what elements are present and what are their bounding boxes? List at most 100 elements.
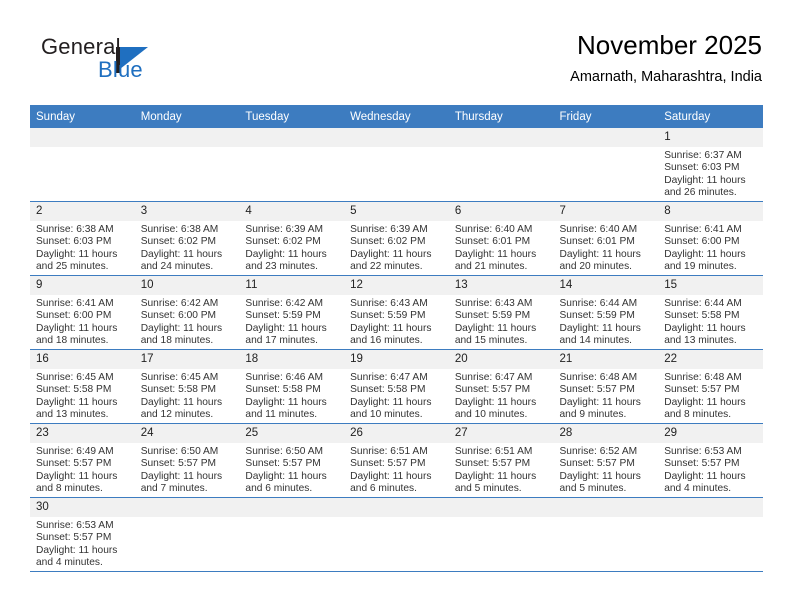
day-details: Sunrise: 6:53 AM Sunset: 5:57 PM Daylight:… bbox=[30, 517, 135, 569]
day-number: 2 bbox=[30, 202, 135, 221]
day-details: Sunrise: 6:39 AM Sunset: 6:02 PM Daylight:… bbox=[239, 221, 344, 273]
calendar-day-cell[interactable]: 3 Sunrise: 6:38 AM Sunset: 6:02 PM Daylight… bbox=[134, 201, 240, 276]
calendar-cell-empty bbox=[134, 128, 240, 202]
day-number: 23 bbox=[30, 424, 135, 443]
calendar-day-cell[interactable]: 1 Sunrise: 6:37 AM Sunset: 6:03 PM Daylight… bbox=[658, 128, 763, 202]
day-details: Sunrise: 6:43 AM Sunset: 5:59 PM Daylight:… bbox=[344, 295, 449, 347]
calendar-day-cell[interactable]: 19 Sunrise: 6:47 AM Sunset: 5:58 PM Dayligh… bbox=[344, 349, 449, 424]
day-details: Sunrise: 6:48 AM Sunset: 5:57 PM Daylight:… bbox=[554, 369, 659, 421]
weekday-header-thursday: Thursday bbox=[448, 105, 554, 128]
day-number bbox=[134, 128, 240, 147]
grid-bottom-rule bbox=[30, 571, 763, 572]
daylight-text: Daylight: 11 hours and 13 minutes. bbox=[36, 396, 118, 420]
daylight-text: Daylight: 11 hours and 5 minutes. bbox=[454, 470, 537, 494]
calendar-day-cell[interactable]: 9 Sunrise: 6:41 AM Sunset: 6:00 PM Daylight… bbox=[30, 275, 135, 350]
daylight-text: Daylight: 11 hours and 20 minutes. bbox=[559, 248, 641, 272]
calendar-day-cell[interactable]: 17 Sunrise: 6:45 AM Sunset: 5:58 PM Dayligh… bbox=[134, 349, 240, 424]
brand-logo[interactable]: General Blue bbox=[41, 34, 191, 94]
calendar-day-cell[interactable]: 13 Sunrise: 6:43 AM Sunset: 5:59 PM Dayligh… bbox=[448, 275, 554, 350]
day-details: Sunrise: 6:38 AM Sunset: 6:03 PM Daylight:… bbox=[30, 221, 135, 273]
calendar-cell-empty bbox=[658, 497, 763, 571]
calendar-day-cell[interactable]: 14 Sunrise: 6:44 AM Sunset: 5:59 PM Dayligh… bbox=[553, 275, 659, 350]
calendar-day-cell[interactable]: 6 Sunrise: 6:40 AM Sunset: 6:01 PM Daylight… bbox=[448, 201, 554, 276]
calendar-day-cell[interactable]: 15 Sunrise: 6:44 AM Sunset: 5:58 PM Dayligh… bbox=[658, 275, 763, 350]
daylight-text: Daylight: 11 hours and 7 minutes. bbox=[140, 470, 223, 494]
daylight-text: Daylight: 11 hours and 8 minutes. bbox=[664, 396, 746, 420]
sunset-text: Sunset: 5:57 PM bbox=[559, 384, 635, 396]
calendar-day-cell[interactable]: 18 Sunrise: 6:46 AM Sunset: 5:58 PM Dayligh… bbox=[239, 349, 345, 424]
sunset-text: Sunset: 6:00 PM bbox=[664, 236, 740, 248]
daylight-text: Daylight: 11 hours and 14 minutes. bbox=[559, 322, 641, 346]
sunrise-text: Sunrise: 6:41 AM bbox=[664, 224, 742, 235]
day-details: Sunrise: 6:50 AM Sunset: 5:57 PM Daylight:… bbox=[135, 443, 240, 495]
calendar-day-cell[interactable]: 27 Sunrise: 6:51 AM Sunset: 5:57 PM Dayligh… bbox=[448, 423, 554, 498]
weekday-header-sunday: Sunday bbox=[30, 105, 135, 128]
sunrise-text: Sunrise: 6:42 AM bbox=[245, 298, 323, 309]
calendar-day-cell[interactable]: 30 Sunrise: 6:53 AM Sunset: 5:57 PM Dayligh… bbox=[30, 497, 135, 571]
calendar-day-cell[interactable]: 11 Sunrise: 6:42 AM Sunset: 5:59 PM Dayligh… bbox=[239, 275, 345, 350]
calendar-day-cell[interactable]: 8 Sunrise: 6:41 AM Sunset: 6:00 PM Daylight… bbox=[658, 201, 763, 276]
daylight-text: Daylight: 11 hours and 24 minutes. bbox=[140, 248, 223, 272]
calendar-day-cell[interactable]: 5 Sunrise: 6:39 AM Sunset: 6:02 PM Daylight… bbox=[344, 201, 449, 276]
sunset-text: Sunset: 5:57 PM bbox=[454, 458, 531, 470]
sunset-text: Sunset: 5:57 PM bbox=[350, 458, 426, 470]
day-number: 12 bbox=[344, 276, 449, 295]
day-number: 17 bbox=[134, 350, 240, 369]
calendar-day-cell[interactable]: 26 Sunrise: 6:51 AM Sunset: 5:57 PM Dayligh… bbox=[344, 423, 449, 498]
day-details: Sunrise: 6:51 AM Sunset: 5:57 PM Daylight:… bbox=[344, 443, 449, 495]
sunrise-text: Sunrise: 6:51 AM bbox=[454, 446, 533, 457]
sunrise-text: Sunrise: 6:39 AM bbox=[350, 224, 428, 235]
daylight-text: Daylight: 11 hours and 6 minutes. bbox=[350, 470, 432, 494]
calendar-day-cell[interactable]: 7 Sunrise: 6:40 AM Sunset: 6:01 PM Daylight… bbox=[553, 201, 659, 276]
daylight-text: Daylight: 11 hours and 12 minutes. bbox=[140, 396, 223, 420]
day-number bbox=[553, 128, 659, 147]
sunrise-text: Sunrise: 6:53 AM bbox=[36, 520, 114, 531]
sunrise-text: Sunrise: 6:44 AM bbox=[664, 298, 742, 309]
calendar-day-cell[interactable]: 24 Sunrise: 6:50 AM Sunset: 5:57 PM Dayligh… bbox=[134, 423, 240, 498]
sunrise-text: Sunrise: 6:51 AM bbox=[350, 446, 428, 457]
calendar-grid: Sunday Monday Tuesday Wednesday Thursday… bbox=[30, 105, 763, 571]
daylight-text: Daylight: 11 hours and 5 minutes. bbox=[559, 470, 641, 494]
day-details: Sunrise: 6:41 AM Sunset: 6:00 PM Daylight:… bbox=[658, 221, 763, 273]
calendar-day-cell[interactable]: 29 Sunrise: 6:53 AM Sunset: 5:57 PM Dayligh… bbox=[658, 423, 763, 498]
calendar-day-cell[interactable]: 16 Sunrise: 6:45 AM Sunset: 5:58 PM Dayligh… bbox=[30, 349, 135, 424]
sunset-text: Sunset: 5:59 PM bbox=[245, 310, 321, 322]
daylight-text: Daylight: 11 hours and 18 minutes. bbox=[140, 322, 223, 346]
day-details: Sunrise: 6:40 AM Sunset: 6:01 PM Daylight:… bbox=[449, 221, 554, 273]
sunrise-text: Sunrise: 6:43 AM bbox=[454, 298, 533, 309]
day-number bbox=[239, 128, 345, 147]
sunset-text: Sunset: 5:58 PM bbox=[664, 310, 740, 322]
sunset-text: Sunset: 6:00 PM bbox=[36, 310, 112, 322]
calendar-day-cell[interactable]: 2 Sunrise: 6:38 AM Sunset: 6:03 PM Daylight… bbox=[30, 201, 135, 276]
sunrise-text: Sunrise: 6:50 AM bbox=[140, 446, 219, 457]
sunrise-text: Sunrise: 6:43 AM bbox=[350, 298, 428, 309]
calendar-day-cell[interactable]: 23 Sunrise: 6:49 AM Sunset: 5:57 PM Dayligh… bbox=[30, 423, 135, 498]
calendar-day-cell[interactable]: 10 Sunrise: 6:42 AM Sunset: 6:00 PM Dayligh… bbox=[134, 275, 240, 350]
day-number: 24 bbox=[134, 424, 240, 443]
calendar-day-cell[interactable]: 20 Sunrise: 6:47 AM Sunset: 5:57 PM Dayligh… bbox=[448, 349, 554, 424]
sunrise-text: Sunrise: 6:53 AM bbox=[664, 446, 742, 457]
sunset-text: Sunset: 5:57 PM bbox=[664, 384, 740, 396]
calendar-week-row: 16 Sunrise: 6:45 AM Sunset: 5:58 PM Dayligh… bbox=[30, 349, 763, 424]
sunset-text: Sunset: 5:57 PM bbox=[36, 532, 112, 544]
day-number: 16 bbox=[30, 350, 135, 369]
daylight-text: Daylight: 11 hours and 15 minutes. bbox=[454, 322, 537, 346]
calendar-day-cell[interactable]: 25 Sunrise: 6:50 AM Sunset: 5:57 PM Dayligh… bbox=[239, 423, 345, 498]
day-number bbox=[30, 128, 135, 147]
day-details: Sunrise: 6:42 AM Sunset: 5:59 PM Daylight:… bbox=[239, 295, 344, 347]
sunset-text: Sunset: 6:00 PM bbox=[140, 310, 217, 322]
daylight-text: Daylight: 11 hours and 13 minutes. bbox=[664, 322, 746, 346]
calendar-day-cell[interactable]: 4 Sunrise: 6:39 AM Sunset: 6:02 PM Daylight… bbox=[239, 201, 345, 276]
sunset-text: Sunset: 6:02 PM bbox=[140, 236, 217, 248]
calendar-cell-empty bbox=[553, 128, 659, 202]
calendar-day-cell[interactable]: 28 Sunrise: 6:52 AM Sunset: 5:57 PM Dayligh… bbox=[553, 423, 659, 498]
calendar-day-cell[interactable]: 22 Sunrise: 6:48 AM Sunset: 5:57 PM Dayligh… bbox=[658, 349, 763, 424]
day-number: 29 bbox=[658, 424, 763, 443]
daylight-text: Daylight: 11 hours and 21 minutes. bbox=[454, 248, 537, 272]
calendar-day-cell[interactable]: 21 Sunrise: 6:48 AM Sunset: 5:57 PM Dayligh… bbox=[553, 349, 659, 424]
calendar-day-cell[interactable]: 12 Sunrise: 6:43 AM Sunset: 5:59 PM Dayligh… bbox=[344, 275, 449, 350]
day-details: Sunrise: 6:43 AM Sunset: 5:59 PM Daylight:… bbox=[449, 295, 554, 347]
sunset-text: Sunset: 5:57 PM bbox=[559, 458, 635, 470]
day-number: 18 bbox=[239, 350, 345, 369]
daylight-text: Daylight: 11 hours and 4 minutes. bbox=[36, 544, 118, 568]
